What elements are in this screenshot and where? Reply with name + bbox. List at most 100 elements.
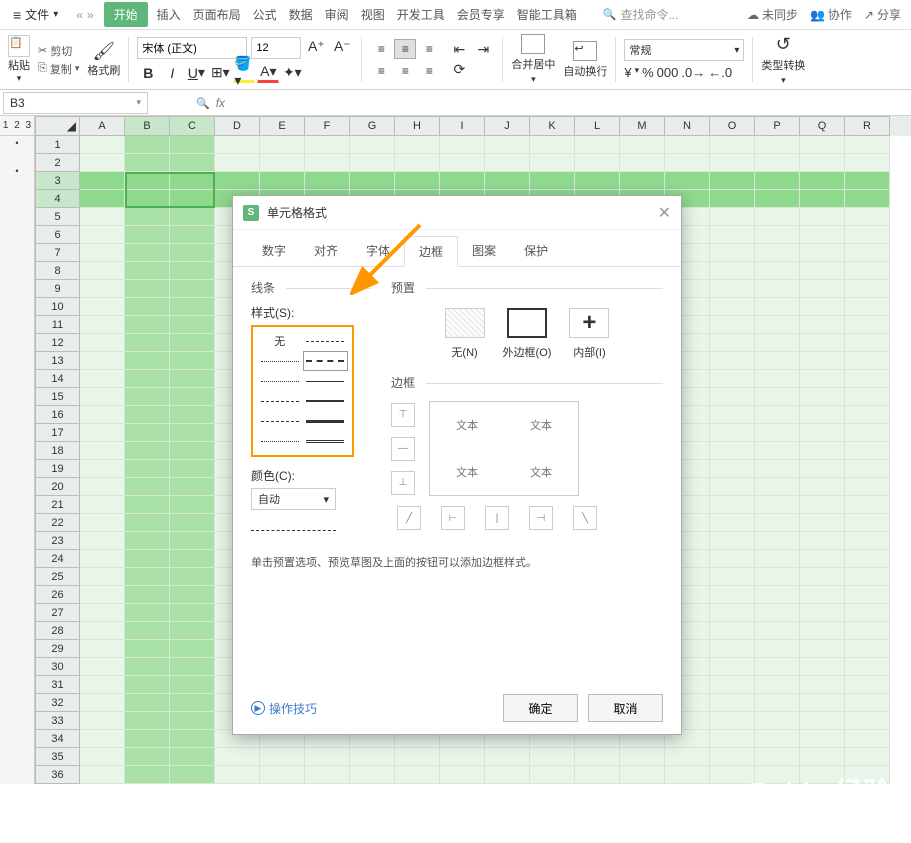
- preset-outer[interactable]: 外边框(O): [503, 308, 552, 360]
- cell[interactable]: [845, 352, 890, 370]
- col-header-M[interactable]: M: [620, 116, 665, 136]
- cell[interactable]: [170, 442, 215, 460]
- cell[interactable]: [710, 460, 755, 478]
- cell[interactable]: [215, 766, 260, 784]
- cell[interactable]: [800, 190, 845, 208]
- style-solid-thin[interactable]: [303, 371, 349, 391]
- cell[interactable]: [800, 730, 845, 748]
- cell[interactable]: [305, 136, 350, 154]
- cell[interactable]: [125, 424, 170, 442]
- formula-input[interactable]: [235, 92, 911, 114]
- align-top-center[interactable]: ≡: [394, 39, 416, 59]
- cell[interactable]: [170, 568, 215, 586]
- file-menu[interactable]: 文件: [5, 4, 66, 25]
- cell[interactable]: [485, 748, 530, 766]
- cell[interactable]: [800, 280, 845, 298]
- cell[interactable]: [80, 460, 125, 478]
- cell[interactable]: [800, 352, 845, 370]
- col-header-D[interactable]: D: [215, 116, 260, 136]
- cell[interactable]: [575, 136, 620, 154]
- cell[interactable]: [710, 640, 755, 658]
- cell[interactable]: [710, 478, 755, 496]
- decimal-increase[interactable]: .0→: [681, 65, 705, 80]
- cell[interactable]: [80, 514, 125, 532]
- cell[interactable]: [845, 262, 890, 280]
- cell[interactable]: [80, 622, 125, 640]
- cell[interactable]: [80, 226, 125, 244]
- cell[interactable]: [80, 604, 125, 622]
- cell[interactable]: [80, 298, 125, 316]
- cell[interactable]: [710, 514, 755, 532]
- cell[interactable]: [125, 172, 170, 190]
- tab-font[interactable]: 字体: [352, 236, 404, 266]
- cell[interactable]: [710, 496, 755, 514]
- cell[interactable]: [80, 532, 125, 550]
- cell[interactable]: [800, 604, 845, 622]
- cell[interactable]: [170, 136, 215, 154]
- row-header[interactable]: 34: [35, 730, 80, 748]
- cell[interactable]: [800, 550, 845, 568]
- cell[interactable]: [260, 154, 305, 172]
- row-header[interactable]: 17: [35, 424, 80, 442]
- cell[interactable]: [800, 694, 845, 712]
- cell[interactable]: [845, 568, 890, 586]
- indent-decrease[interactable]: ⇤: [448, 40, 470, 60]
- cell[interactable]: [125, 244, 170, 262]
- align-top-left[interactable]: ≡: [370, 39, 392, 59]
- cell[interactable]: [755, 316, 800, 334]
- cell[interactable]: [665, 154, 710, 172]
- cell[interactable]: [170, 640, 215, 658]
- cell[interactable]: [170, 352, 215, 370]
- cell[interactable]: [845, 370, 890, 388]
- cell[interactable]: [530, 136, 575, 154]
- outline-level-1[interactable]: 1: [3, 120, 9, 131]
- cell[interactable]: [125, 388, 170, 406]
- cell[interactable]: [710, 442, 755, 460]
- col-header-H[interactable]: H: [395, 116, 440, 136]
- cell[interactable]: [80, 478, 125, 496]
- dialog-titlebar[interactable]: S 单元格格式 ✕: [233, 196, 681, 230]
- cell[interactable]: [620, 172, 665, 190]
- cell[interactable]: [800, 316, 845, 334]
- cell[interactable]: [710, 226, 755, 244]
- row-header[interactable]: 19: [35, 460, 80, 478]
- row-header[interactable]: 32: [35, 694, 80, 712]
- cell[interactable]: [845, 496, 890, 514]
- cell[interactable]: [800, 388, 845, 406]
- col-header-N[interactable]: N: [665, 116, 710, 136]
- row-header[interactable]: 18: [35, 442, 80, 460]
- italic-button[interactable]: I: [161, 63, 183, 83]
- cell[interactable]: [170, 730, 215, 748]
- cell[interactable]: [800, 712, 845, 730]
- row-header[interactable]: 8: [35, 262, 80, 280]
- cell[interactable]: [800, 586, 845, 604]
- cell[interactable]: [125, 406, 170, 424]
- cell[interactable]: [620, 136, 665, 154]
- cell[interactable]: [395, 172, 440, 190]
- outline-collapse-2[interactable]: •: [15, 166, 18, 176]
- cell[interactable]: [80, 586, 125, 604]
- cell[interactable]: [350, 136, 395, 154]
- cell[interactable]: [845, 658, 890, 676]
- col-header-Q[interactable]: Q: [800, 116, 845, 136]
- cell[interactable]: [845, 244, 890, 262]
- cell[interactable]: [575, 748, 620, 766]
- cell[interactable]: [710, 622, 755, 640]
- cell[interactable]: [260, 766, 305, 784]
- cell[interactable]: [845, 478, 890, 496]
- cell[interactable]: [80, 568, 125, 586]
- cell[interactable]: [170, 658, 215, 676]
- cell[interactable]: [440, 766, 485, 784]
- number-format-select[interactable]: 常规: [624, 39, 744, 61]
- tab-review[interactable]: 审阅: [319, 2, 355, 27]
- row-header[interactable]: 2: [35, 154, 80, 172]
- cell[interactable]: [755, 442, 800, 460]
- style-dashdot3[interactable]: [257, 411, 303, 431]
- row-header[interactable]: 23: [35, 532, 80, 550]
- border-left-button[interactable]: ⊢: [441, 506, 465, 530]
- style-double[interactable]: [303, 431, 349, 451]
- cell[interactable]: [215, 154, 260, 172]
- fill-color-button[interactable]: 🪣▾: [233, 63, 255, 83]
- cell[interactable]: [170, 298, 215, 316]
- cell[interactable]: [170, 460, 215, 478]
